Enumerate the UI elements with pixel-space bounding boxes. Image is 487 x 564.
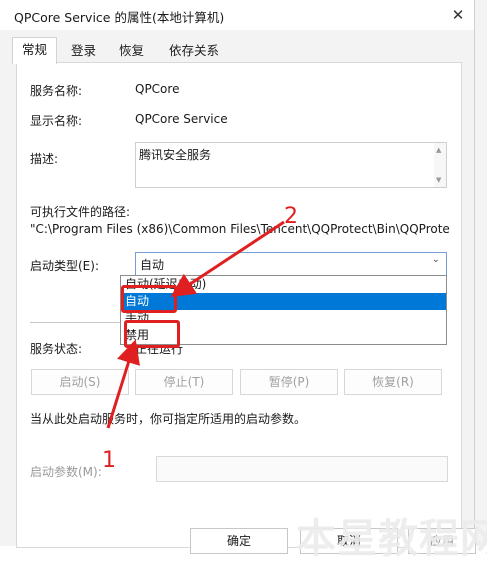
description-label: 描述: (30, 152, 59, 166)
divider (30, 322, 120, 323)
start-button[interactable]: 启动(S) (31, 369, 129, 395)
description-text: 腾讯安全服务 (139, 148, 212, 162)
scroll-up-icon[interactable]: ▲ (436, 146, 441, 154)
display-name-value: QPCore Service (135, 112, 228, 126)
service-name-label: 服务名称: (30, 84, 83, 98)
annotation-step-2: 2 (284, 204, 298, 229)
highlight-auto (121, 285, 177, 313)
watermark: 本星教程网 (296, 516, 487, 562)
start-params-input[interactable] (156, 456, 448, 482)
tab-recovery[interactable]: 恢复 (110, 40, 153, 62)
tab-dependencies[interactable]: 依存关系 (160, 40, 228, 62)
resume-button[interactable]: 恢复(R) (344, 369, 442, 395)
scroll-down-icon[interactable]: ▼ (436, 176, 441, 184)
display-name-label: 显示名称: (30, 114, 83, 128)
pause-button[interactable]: 暂停(P) (240, 369, 338, 395)
startup-type-label: 启动类型(E): (30, 259, 99, 273)
chevron-down-icon[interactable]: ⌄ (432, 254, 440, 265)
highlight-disabled (124, 320, 180, 348)
description-textbox[interactable]: 腾讯安全服务 ▲ ▼ (135, 142, 447, 188)
tab-general[interactable]: 常规 (12, 37, 58, 64)
title-bar[interactable]: QPCore Service 的属性(本地计算机) ✕ (0, 0, 474, 30)
startup-type-select[interactable]: 自动 ⌄ (135, 252, 447, 276)
stop-button[interactable]: 停止(T) (135, 369, 233, 395)
tab-login[interactable]: 登录 (62, 40, 105, 62)
exe-path-label: 可执行文件的路径: (30, 205, 131, 219)
annotation-step-1: 1 (102, 448, 116, 473)
service-status-label: 服务状态: (30, 342, 83, 356)
startup-type-selected: 自动 (140, 258, 165, 272)
window-title: QPCore Service 的属性(本地计算机) (14, 10, 225, 25)
close-icon[interactable]: ✕ (445, 3, 471, 27)
exe-path-value: "C:\Program Files (x86)\Common Files\Ten… (30, 222, 450, 236)
service-name-value: QPCore (135, 82, 180, 96)
ok-button[interactable]: 确定 (190, 528, 288, 554)
description-scrollbar[interactable]: ▲ ▼ (434, 143, 446, 187)
start-params-label: 启动参数(M): (30, 465, 102, 479)
hint-text: 当从此处启动服务时，你可指定所适用的启动参数。 (30, 412, 307, 426)
properties-dialog: QPCore Service 的属性(本地计算机) ✕ 常规 登录 恢复 依存关… (0, 0, 476, 554)
